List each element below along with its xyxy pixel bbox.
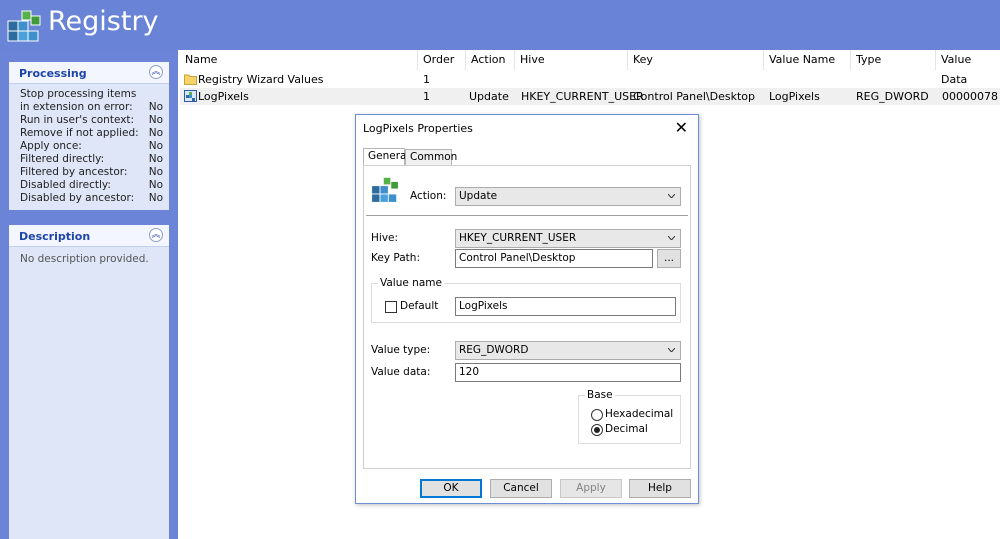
action-label: Action: — [410, 190, 447, 202]
cancel-button[interactable]: Cancel — [490, 479, 552, 498]
hive-dropdown[interactable]: HKEY_CURRENT_USER — [455, 229, 681, 248]
close-icon[interactable]: ✕ — [675, 118, 688, 137]
registry-cube-icon — [7, 10, 41, 42]
value-type-dropdown[interactable]: REG_DWORD — [455, 341, 681, 360]
list-item-value-name: LogPixels — [769, 90, 820, 103]
default-label: Default — [400, 300, 439, 312]
collapse-chevron-icon[interactable]: ︽ — [149, 65, 163, 79]
base-group-title: Base — [585, 389, 615, 401]
processing-row: Filtered directly: No — [20, 153, 163, 165]
processing-row: Filtered by ancestor: No — [20, 166, 163, 178]
processing-row: Remove if not applied: No — [20, 127, 163, 139]
key-path-field[interactable]: Control Panel\Desktop — [455, 249, 653, 268]
list-item-value-data: 00000078 — [942, 90, 998, 103]
list-item-action: Update — [469, 90, 509, 103]
left-pane: Processing ︽ Stop processing items in ex… — [0, 50, 178, 539]
description-text: No description provided. — [20, 253, 149, 265]
column-header-value-data[interactable]: Value Data — [936, 50, 1000, 86]
column-header-action[interactable]: Action — [466, 50, 515, 70]
processing-row: Disabled directly: No — [20, 179, 163, 191]
list-item-hive: HKEY_CURRENT_USER — [521, 90, 644, 103]
registry-cube-icon — [371, 176, 399, 203]
list-item[interactable]: LogPixels 1 Update HKEY_CURRENT_USER Con… — [180, 88, 1000, 105]
column-header-type[interactable]: Type — [851, 50, 936, 70]
column-header-hive[interactable]: Hive — [515, 50, 628, 70]
value-type-label: Value type: — [371, 344, 431, 356]
list-item-order: 1 — [423, 90, 430, 103]
processing-row: Apply once: No — [20, 140, 163, 152]
chevron-down-icon — [668, 348, 675, 352]
divider — [366, 215, 688, 216]
hive-label: Hive: — [371, 232, 399, 244]
properties-dialog: LogPixels Properties ✕ General Common Ac… — [355, 114, 699, 504]
ok-button[interactable]: OK — [420, 479, 482, 498]
column-header-value-name[interactable]: Value Name — [764, 50, 851, 70]
tab-common[interactable]: Common — [405, 149, 457, 165]
general-tab-panel: Action: Update Hive: HKEY_CURRENT_USER K… — [363, 165, 691, 469]
page-title: Registry — [48, 6, 159, 37]
base-group: Base Hexadecimal Decimal — [578, 389, 681, 444]
value-name-group-title: Value name — [378, 277, 444, 289]
list-item-name: LogPixels — [198, 90, 249, 103]
column-header-order[interactable]: Order — [418, 50, 466, 70]
collapse-chevron-icon[interactable]: ︽ — [149, 228, 163, 242]
hexadecimal-radio[interactable] — [591, 409, 603, 421]
value-name-group: Value name Default LogPixels — [371, 277, 681, 323]
description-panel-header[interactable]: Description ︽ — [9, 225, 169, 247]
decimal-radio[interactable] — [591, 424, 603, 436]
decimal-label: Decimal — [605, 423, 648, 435]
value-name-field[interactable]: LogPixels — [455, 297, 676, 316]
apply-button[interactable]: Apply — [560, 479, 622, 498]
chevron-down-icon — [668, 236, 675, 240]
list-item-key: Control Panel\Desktop — [633, 90, 756, 103]
list-item[interactable]: Registry Wizard Values 1 — [180, 71, 1000, 88]
list-item-order: 1 — [423, 73, 430, 86]
header-bar: Registry — [0, 0, 1000, 50]
tab-general[interactable]: General — [363, 148, 409, 166]
processing-panel-header[interactable]: Processing ︽ — [9, 62, 169, 84]
value-data-field[interactable]: 120 — [455, 363, 681, 382]
processing-row: Disabled by ancestor: No — [20, 192, 163, 204]
list-item-type: REG_DWORD — [856, 90, 929, 103]
browse-button[interactable]: ... — [657, 249, 681, 268]
description-title: Description — [19, 230, 91, 243]
default-checkbox[interactable] — [385, 301, 397, 313]
key-path-label: Key Path: — [371, 252, 420, 264]
processing-title: Processing — [19, 67, 87, 80]
processing-row: Stop processing items in extension on er… — [20, 88, 163, 113]
dialog-title: LogPixels Properties — [363, 122, 473, 135]
chevron-down-icon — [668, 194, 675, 198]
hexadecimal-label: Hexadecimal — [605, 408, 674, 420]
column-header-name[interactable]: Name — [180, 50, 418, 70]
processing-list: Stop processing items in extension on er… — [9, 84, 169, 205]
processing-panel: Processing ︽ Stop processing items in ex… — [9, 62, 169, 210]
value-data-label: Value data: — [371, 366, 431, 378]
description-panel: Description ︽ No description provided. — [9, 225, 169, 539]
list-item-name: Registry Wizard Values — [198, 73, 324, 86]
help-button[interactable]: Help — [629, 479, 691, 498]
action-dropdown[interactable]: Update — [455, 187, 681, 206]
column-header-key[interactable]: Key — [628, 50, 764, 70]
processing-row: Run in user's context: No — [20, 114, 163, 126]
